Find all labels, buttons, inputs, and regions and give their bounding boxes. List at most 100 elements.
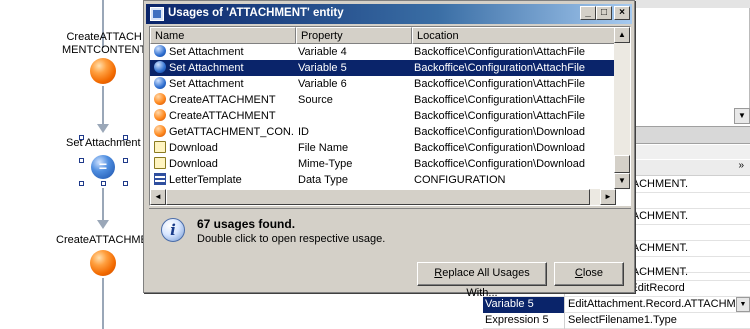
usage-location: Backoffice\Configuration\AttachFile	[414, 78, 585, 90]
selection-handle[interactable]	[123, 181, 128, 186]
arrow-down-icon	[97, 220, 109, 229]
selection-handle[interactable]	[79, 158, 84, 163]
usage-row[interactable]: Download Mime-Type Backoffice\Configurat…	[150, 156, 616, 172]
usage-location: Backoffice\Configuration\Download	[414, 158, 586, 170]
minimize-button[interactable]: _	[580, 6, 596, 20]
scroll-down-button[interactable]: ▼	[734, 108, 750, 124]
blue-orb-icon	[154, 77, 166, 89]
dialog-title: Usages of 'ATTACHMENT' entity	[168, 7, 344, 19]
blue-orb-icon	[154, 61, 166, 73]
scroll-down-button[interactable]: ▼	[614, 173, 630, 189]
download-icon	[154, 141, 166, 153]
scroll-right-button[interactable]: ►	[600, 189, 616, 205]
column-header-location[interactable]: Location	[412, 27, 616, 44]
usage-property: Data Type	[298, 174, 348, 186]
node-label-line: CreateATTACH	[66, 31, 142, 43]
usage-row[interactable]: Set Attachment Variable 6 Backoffice\Con…	[150, 76, 616, 92]
usage-property: ID	[298, 126, 309, 138]
usage-property: File Name	[298, 142, 349, 154]
close-button[interactable]: Close	[554, 262, 624, 286]
orange-orb-icon	[154, 125, 166, 137]
usage-row[interactable]: CreateATTACHMENT Source Backoffice\Confi…	[150, 92, 616, 108]
column-header-property[interactable]: Property	[296, 27, 412, 44]
node-label-set-attachment[interactable]: Set Attachment	[66, 137, 141, 150]
usage-property: Source	[298, 94, 333, 106]
property-row[interactable]: Expression 5 SelectFilename1.Type	[483, 313, 750, 329]
flow-connector	[102, 188, 104, 220]
usage-row[interactable]: CreateATTACHMENT Backoffice\Configuratio…	[150, 108, 616, 124]
orange-orb-icon	[154, 93, 166, 105]
selection-handle[interactable]	[123, 158, 128, 163]
list-icon	[154, 173, 166, 185]
horizontal-scrollbar[interactable]: ◄ ►	[150, 189, 616, 205]
node-label-line: MENTCONTENT	[62, 44, 147, 56]
usage-name: Set Attachment	[169, 46, 244, 58]
usage-row[interactable]: GetATTACHMENT_CON... ID Backoffice\Confi…	[150, 124, 616, 140]
selection-handle[interactable]	[123, 135, 128, 140]
usage-property: Variable 6	[298, 78, 347, 90]
arrow-down-icon	[97, 124, 109, 133]
create-attachmentcontent-node-icon[interactable]	[90, 58, 116, 84]
close-mnemonic: C	[574, 267, 583, 279]
scroll-left-button[interactable]: ◄	[150, 189, 166, 205]
info-icon: i	[161, 218, 185, 242]
usage-hint-text: Double click to open respective usage.	[197, 233, 386, 245]
usage-row-selected[interactable]: Set Attachment Variable 5 Backoffice\Con…	[150, 60, 616, 76]
create-attachment-node-icon[interactable]	[90, 250, 116, 276]
flow-connector	[102, 86, 104, 126]
usage-location: Backoffice\Configuration\AttachFile	[414, 94, 585, 106]
usage-location: CONFIGURATION	[414, 174, 506, 186]
usage-location: Backoffice\Configuration\Download	[414, 126, 586, 138]
dialog-titlebar[interactable]: Usages of 'ATTACHMENT' entity _ □ ×	[146, 4, 632, 24]
usage-location: Backoffice\Configuration\AttachFile	[414, 46, 585, 58]
usage-name: GetATTACHMENT_CON...	[169, 126, 294, 138]
selection-handle[interactable]	[79, 135, 84, 140]
selection-handle[interactable]	[79, 181, 84, 186]
property-key: Expression 5	[483, 313, 565, 329]
usage-name: CreateATTACHMENT	[169, 94, 276, 106]
close-window-button[interactable]: ×	[614, 6, 630, 20]
property-value[interactable]: SelectFilename1.Type	[566, 313, 736, 329]
maximize-button[interactable]: □	[596, 6, 612, 20]
chevron-collapse-icon[interactable]: »	[738, 160, 744, 171]
equals-glyph: =	[98, 158, 108, 174]
replace-all-usages-button[interactable]: Replace All Usages With...	[417, 262, 547, 299]
selection-handle[interactable]	[101, 181, 106, 186]
usage-row[interactable]: Download File Name Backoffice\Configurat…	[150, 140, 616, 156]
usage-property: Variable 4	[298, 46, 347, 58]
usages-dialog: Usages of 'ATTACHMENT' entity _ □ × Name…	[143, 0, 635, 299]
node-label-create-attachmentcontent[interactable]: CreateATTACH MENTCONTENT	[62, 31, 146, 57]
window-icon	[150, 7, 164, 21]
orange-orb-icon	[154, 109, 166, 121]
node-label-create-attachment[interactable]: CreateATTACHMEN	[56, 234, 156, 247]
property-value[interactable]: EditAttachment.Record.ATTACHMEN	[566, 297, 736, 313]
assign-node-icon[interactable]: =	[91, 155, 115, 179]
usage-property: Variable 5	[298, 62, 347, 74]
usage-name: Set Attachment	[169, 62, 244, 74]
close-label: lose	[582, 267, 604, 279]
usage-location: Backoffice\Configuration\Download	[414, 142, 586, 154]
scroll-thumb[interactable]	[614, 155, 630, 173]
usage-name: Download	[169, 142, 218, 154]
download-icon	[154, 157, 166, 169]
usage-name: Download	[169, 158, 218, 170]
usage-name: Set Attachment	[169, 78, 244, 90]
horizontal-scroll-thumb[interactable]	[166, 189, 590, 205]
usage-property: Mime-Type	[298, 158, 353, 170]
usage-count-text: 67 usages found.	[197, 217, 296, 231]
usage-name: CreateATTACHMENT	[169, 110, 276, 122]
usage-location: Backoffice\Configuration\AttachFile	[414, 110, 585, 122]
vertical-scrollbar[interactable]: ▲ ▼	[614, 27, 630, 189]
column-header-name[interactable]: Name	[150, 27, 296, 44]
property-row-selected[interactable]: Variable 5 EditAttachment.Record.ATTACHM…	[483, 297, 750, 313]
usage-location: Backoffice\Configuration\AttachFile	[414, 62, 585, 74]
blue-orb-icon	[154, 45, 166, 57]
usage-row[interactable]: LetterTemplate Data Type CONFIGURATION	[150, 172, 616, 188]
usage-name: LetterTemplate	[169, 174, 242, 186]
usages-list[interactable]: Name Property Location Set Attachment Va…	[149, 26, 631, 206]
usage-row[interactable]: Set Attachment Variable 4 Backoffice\Con…	[150, 44, 616, 60]
chevron-down-icon[interactable]: ▼	[736, 297, 750, 312]
flow-connector	[102, 278, 104, 329]
info-panel: i 67 usages found. Double click to open …	[149, 208, 631, 252]
scroll-up-button[interactable]: ▲	[614, 27, 630, 43]
